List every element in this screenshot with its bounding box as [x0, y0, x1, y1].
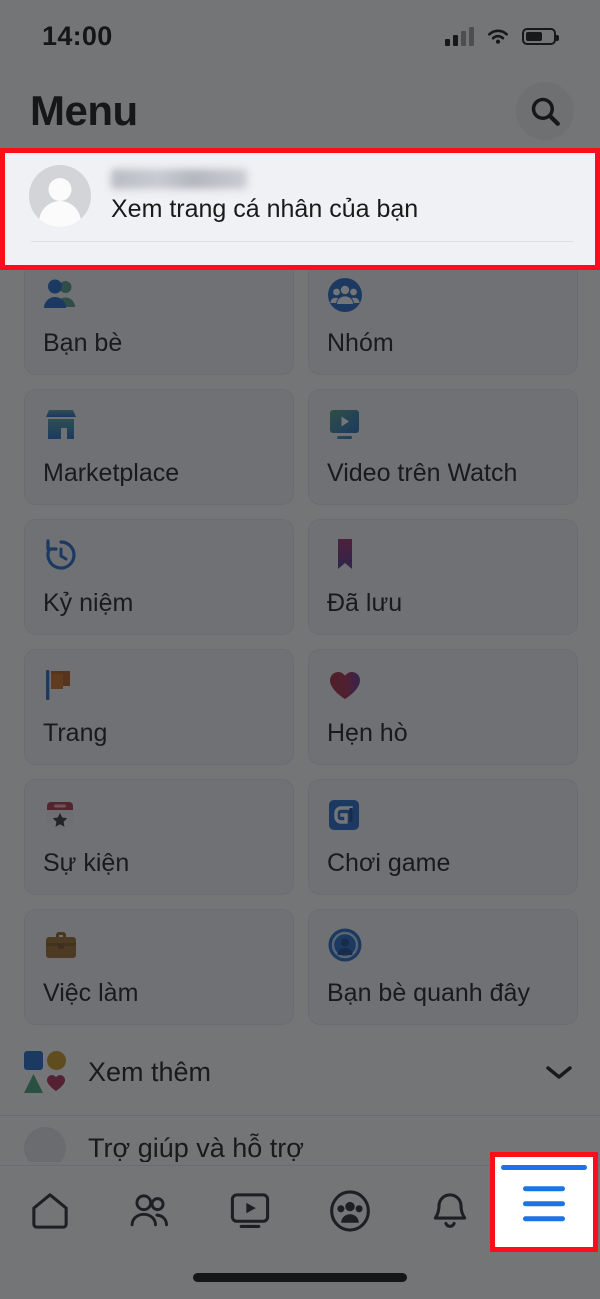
tile-label: Sự kiện: [43, 849, 130, 877]
bell-icon: [433, 1192, 467, 1228]
wifi-icon: [488, 29, 508, 44]
status-time: 14:00: [42, 20, 113, 51]
tile-nearby-friends[interactable]: Bạn bè quanh đây: [308, 909, 578, 1025]
page-header: Menu: [0, 72, 600, 150]
events-calendar-icon: [43, 796, 81, 834]
tile-label: Video trên Watch: [327, 459, 518, 487]
tile-label: Bạn bè quanh đây: [327, 979, 530, 1007]
home-indicator-area: [0, 1255, 600, 1299]
search-button[interactable]: [516, 82, 574, 140]
battery-icon: [522, 27, 559, 45]
gaming-icon: [327, 796, 365, 834]
nav-tab-notifications[interactable]: [400, 1166, 500, 1255]
see-more-row[interactable]: Xem thêm: [0, 1029, 600, 1116]
see-more-label: Xem thêm: [88, 1056, 212, 1087]
search-icon: [531, 97, 560, 126]
status-bar: 14:00: [0, 0, 600, 72]
menu-content: Xem trang cá nhân của bạn: [0, 150, 600, 1165]
tile-friends[interactable]: Bạn bè: [24, 259, 294, 375]
tile-marketplace[interactable]: Marketplace: [24, 389, 294, 505]
watch-video-icon: [327, 406, 365, 444]
phone-screen: 14:00 Menu Bạn bè Nhóm Marketplace Video…: [0, 0, 600, 1299]
marketplace-icon: [43, 406, 81, 444]
menu-tab-highlighted[interactable]: [495, 1157, 593, 1247]
profile-name: [111, 168, 247, 189]
tile-label: Bạn bè: [43, 329, 123, 357]
tile-jobs[interactable]: Việc làm: [24, 909, 294, 1025]
tile-groups[interactable]: Nhóm: [308, 259, 578, 375]
tile-saved[interactable]: Đã lưu: [308, 519, 578, 635]
groups-nav-icon: [330, 1189, 370, 1232]
tile-label: Trang: [43, 719, 108, 747]
status-icons: [445, 26, 559, 46]
nearby-friends-radar-icon: [327, 926, 365, 964]
nav-tab-home[interactable]: [0, 1166, 100, 1255]
home-icon: [32, 1192, 68, 1229]
tile-gaming[interactable]: Chơi game: [308, 779, 578, 895]
dating-heart-icon: [327, 666, 365, 704]
friends-icon: [43, 276, 81, 314]
tile-label: Việc làm: [43, 979, 139, 1007]
saved-bookmark-icon: [327, 536, 365, 574]
watch-nav-icon: [230, 1192, 270, 1228]
profile-row-highlighted[interactable]: Xem trang cá nhân của bạn: [5, 153, 595, 265]
tile-label: Kỷ niệm: [43, 589, 134, 617]
avatar: [29, 165, 91, 227]
nav-tab-watch[interactable]: [200, 1166, 300, 1255]
tile-watch[interactable]: Video trên Watch: [308, 389, 578, 505]
tile-label: Nhóm: [327, 329, 394, 357]
jobs-briefcase-icon: [43, 926, 81, 964]
home-indicator: [193, 1272, 407, 1282]
tile-pages[interactable]: Trang: [24, 649, 294, 765]
tile-label: Hẹn hò: [327, 719, 408, 747]
memories-clock-icon: [43, 536, 81, 574]
tile-label: Marketplace: [43, 459, 180, 487]
tile-memories[interactable]: Kỷ niệm: [24, 519, 294, 635]
pages-flag-icon: [43, 666, 81, 704]
profile-subtitle: Xem trang cá nhân của bạn: [111, 194, 419, 223]
groups-icon: [327, 276, 365, 314]
tile-events[interactable]: Sự kiện: [24, 779, 294, 895]
shapes-icon: [24, 1051, 66, 1093]
help-support-icon: [24, 1127, 66, 1162]
tile-label: Chơi game: [327, 849, 451, 877]
hamburger-menu-icon: [523, 1186, 565, 1222]
divider: [31, 241, 573, 242]
menu-grid: Bạn bè Nhóm Marketplace Video trên Watch…: [0, 243, 600, 1025]
nav-tab-friends[interactable]: [100, 1166, 200, 1255]
tile-dating[interactable]: Hẹn hò: [308, 649, 578, 765]
tile-label: Đã lưu: [327, 589, 403, 617]
help-support-label: Trợ giúp và hỗ trợ: [88, 1132, 304, 1163]
active-tab-indicator: [501, 1165, 587, 1170]
friends-nav-icon: [130, 1193, 168, 1226]
page-title: Menu: [30, 87, 138, 134]
cellular-signal-icon: [445, 26, 474, 46]
nav-tab-groups[interactable]: [300, 1166, 400, 1255]
chevron-down-icon: [546, 1066, 572, 1079]
